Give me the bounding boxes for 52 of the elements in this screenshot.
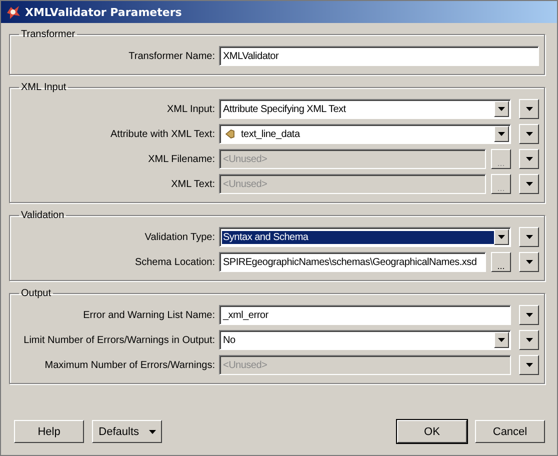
down-arrow-icon: [526, 132, 532, 136]
menu-button[interactable]: [519, 330, 539, 350]
input-field[interactable]: _xml_error: [219, 305, 511, 325]
field-label: Limit Number of Errors/Warnings in Output:: [22, 334, 215, 346]
menu-button[interactable]: [519, 174, 539, 194]
down-arrow-icon: [498, 338, 505, 342]
field-label: Validation Type:: [144, 232, 215, 242]
input-field[interactable]: XMLValidator: [219, 46, 539, 66]
menu-button[interactable]: [519, 305, 539, 325]
menu-button[interactable]: [519, 124, 539, 144]
group-title: Transformer: [20, 29, 76, 40]
group-title: Validation: [20, 210, 66, 221]
down-arrow-icon: [526, 363, 532, 367]
field-label: Schema Location:: [134, 256, 215, 268]
push-button[interactable]: Cancel: [475, 420, 545, 443]
menu-button[interactable]: [519, 149, 539, 169]
field-label: XML Text:: [170, 178, 215, 190]
down-arrow-icon: [498, 107, 505, 111]
menu-button[interactable]: [519, 355, 539, 375]
dropdown-field[interactable]: No: [219, 330, 511, 350]
menu-button[interactable]: [519, 227, 539, 247]
down-arrow-icon: [526, 182, 532, 186]
dropdown-field[interactable]: text_line_data: [219, 124, 511, 144]
window-title: XMLValidator Parameters: [25, 6, 182, 18]
down-arrow-icon: [526, 235, 532, 239]
down-arrow-icon: [526, 107, 532, 111]
field-label: Attribute with XML Text:: [110, 128, 215, 140]
down-arrow-icon: [526, 260, 532, 264]
browse-button[interactable]: ...: [491, 252, 511, 272]
group-title: XML Input: [20, 82, 68, 93]
app-icon: [5, 4, 21, 20]
menu-button[interactable]: Defaults: [92, 420, 162, 443]
dropdown-field[interactable]: Attribute Specifying XML Text: [219, 99, 511, 119]
dropdown-field[interactable]: Syntax and Schema: [219, 227, 511, 247]
down-arrow-icon: [526, 338, 532, 342]
menu-button[interactable]: [519, 252, 539, 272]
down-arrow-icon: [498, 132, 505, 136]
down-arrow-icon: [498, 235, 505, 239]
push-button[interactable]: OK: [397, 420, 467, 443]
down-arrow-icon: [526, 313, 532, 317]
input-field[interactable]: SPIREgeographicNames\schemas\GeographicalNames.xsd: [219, 252, 486, 272]
field-label: Error and Warning List Name:: [82, 310, 215, 320]
attribute-icon: [225, 129, 235, 139]
field-label: XML Filename:: [147, 154, 215, 164]
field-label: Maximum Number of Errors/Warnings:: [44, 360, 215, 370]
caret-icon: [149, 430, 156, 434]
menu-button[interactable]: [519, 99, 539, 119]
field-label: XML Input:: [166, 104, 215, 114]
down-arrow-icon: [526, 157, 532, 161]
push-button[interactable]: Help: [14, 420, 84, 443]
field-label: Transformer Name:: [128, 50, 215, 62]
group-title: Output: [20, 288, 52, 299]
